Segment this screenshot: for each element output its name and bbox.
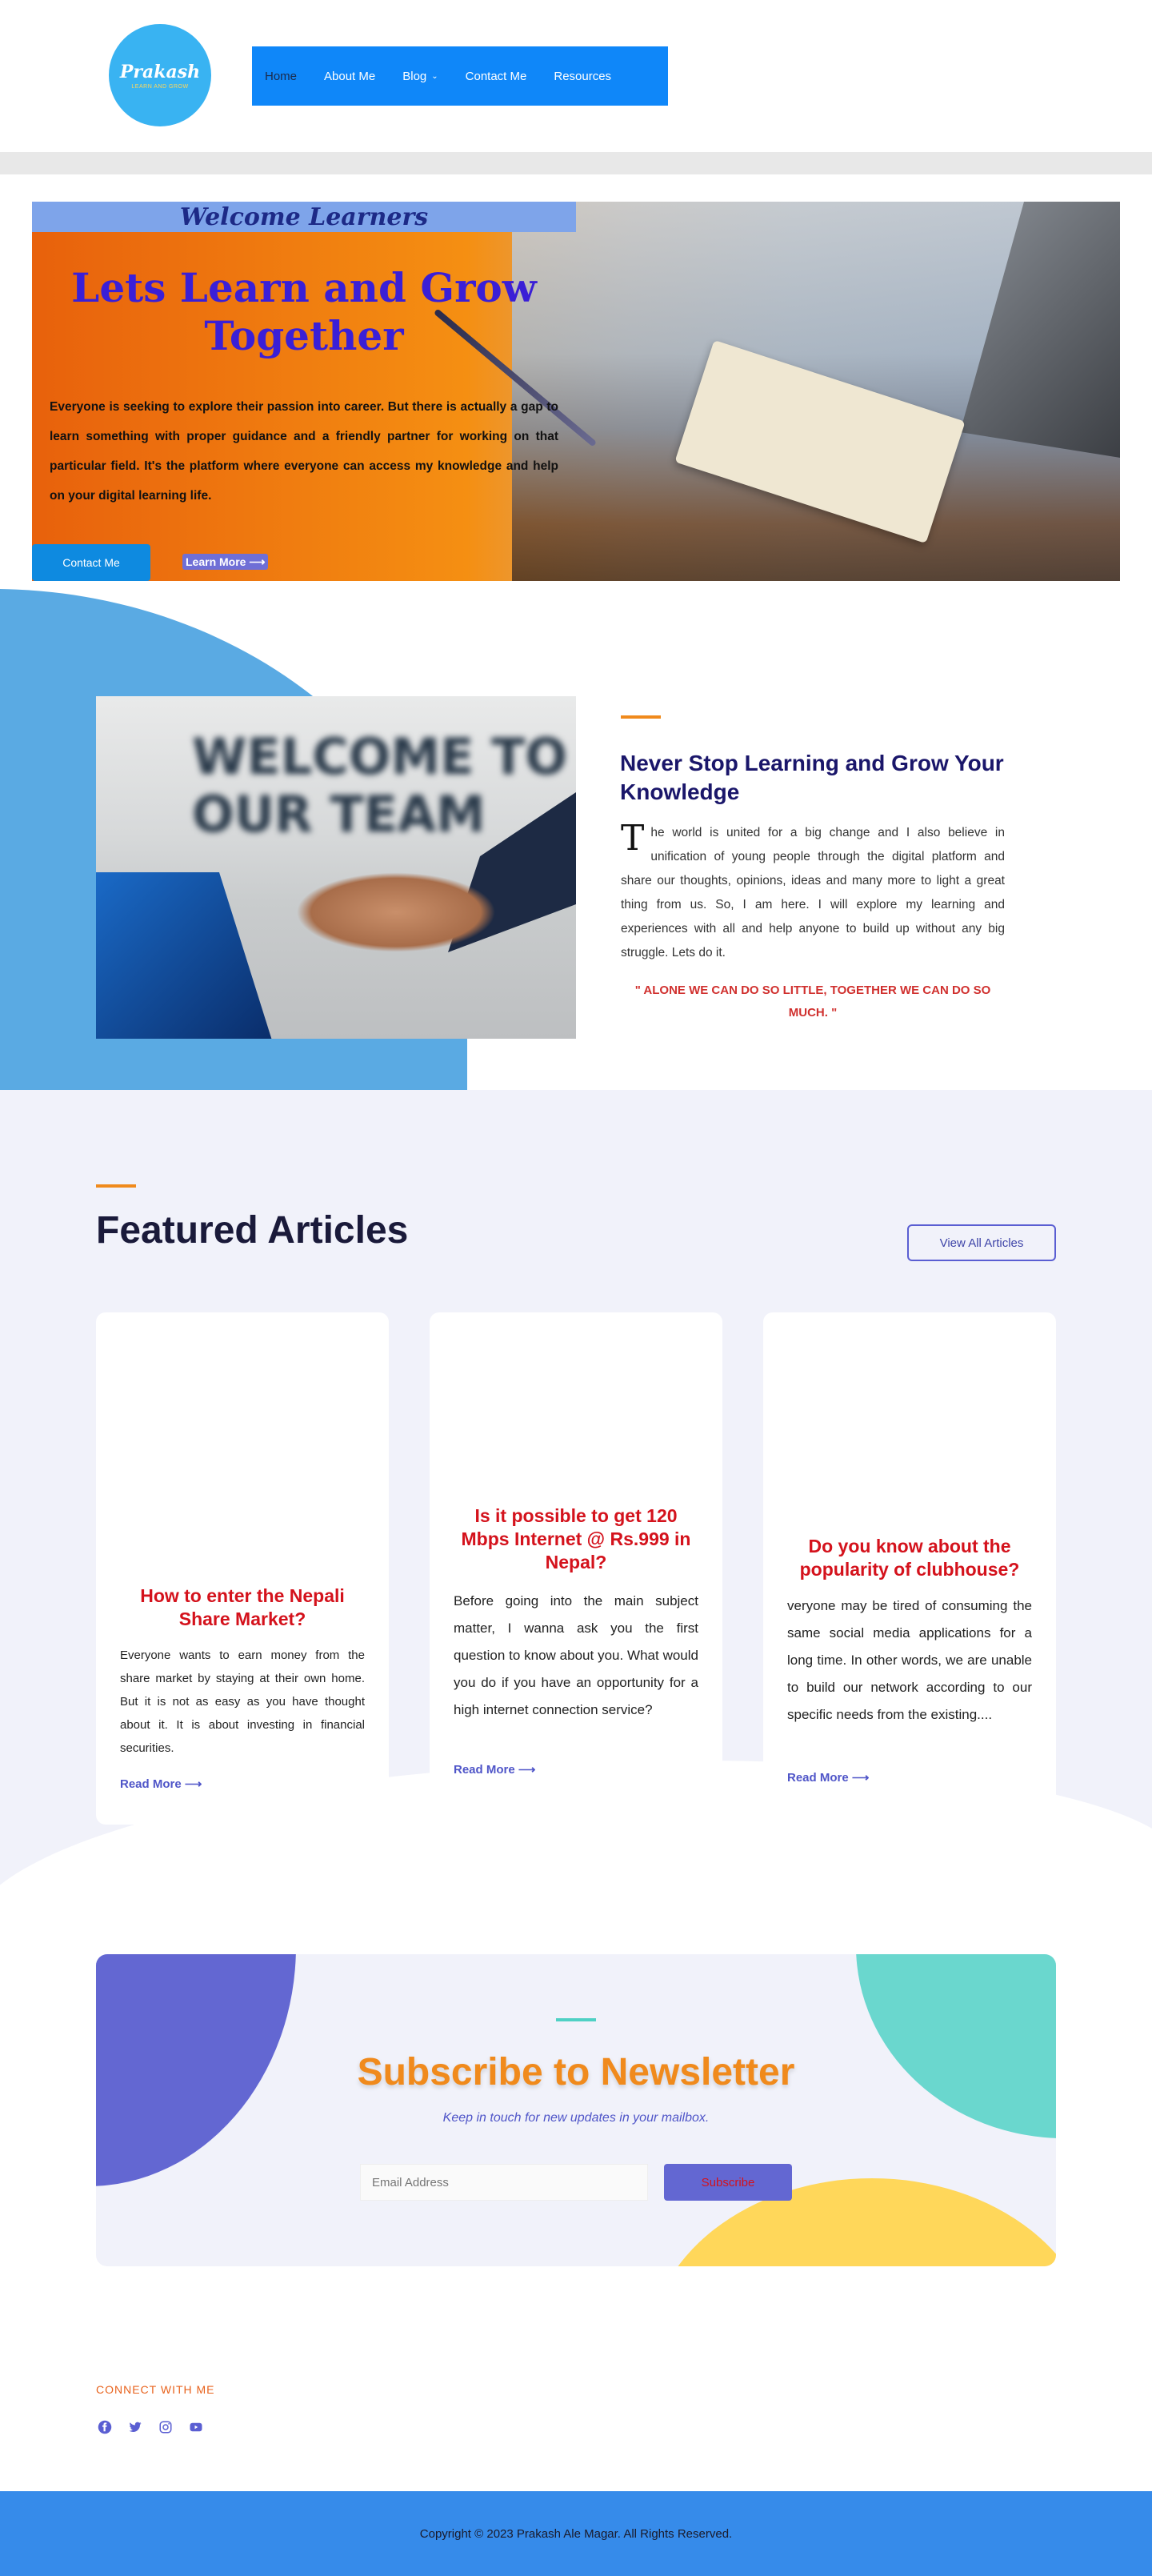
about-image: WELCOME TO OUR TEAM	[96, 696, 576, 1039]
chevron-down-icon: ⌄	[431, 71, 438, 81]
featured-title: Featured Articles	[96, 1209, 409, 1252]
about-image-laptop	[96, 872, 272, 1039]
page: Prakash LEARN AND GROW Home About Me Blo…	[0, 0, 1152, 2576]
featured-accent-line	[96, 1184, 136, 1188]
site-logo[interactable]: Prakash LEARN AND GROW	[109, 24, 211, 126]
about-body: T he world is united for a big change an…	[621, 821, 1005, 965]
site-header: Prakash LEARN AND GROW Home About Me Blo…	[0, 0, 1152, 152]
youtube-icon[interactable]	[187, 2418, 205, 2436]
nav-item-blog[interactable]: Blog ⌄	[402, 70, 438, 83]
about-image-text: WELCOME TO OUR TEAM	[192, 727, 568, 843]
newsletter-title: Subscribe to Newsletter	[357, 2051, 795, 2093]
newsletter-subtitle: Keep in touch for new updates in your ma…	[442, 2111, 710, 2125]
read-more-link[interactable]: Read More ⟶	[454, 1762, 535, 1777]
nav-item-home[interactable]: Home	[265, 70, 297, 83]
nav-item-about-me[interactable]: About Me	[324, 70, 375, 83]
main-nav: Home About Me Blog ⌄ Contact Me Resource…	[252, 46, 668, 106]
article-card[interactable]: Is it possible to get 120 Mbps Internet …	[430, 1312, 722, 1825]
read-more-link[interactable]: Read More ⟶	[787, 1770, 869, 1785]
about-accent-line	[621, 715, 661, 719]
article-excerpt: Before going into the main subject matte…	[454, 1593, 698, 1717]
about-image-handshake	[296, 872, 496, 952]
copyright-text: Copyright © 2023 Prakash Ale Magar. All …	[419, 2526, 733, 2541]
about-dropcap: T	[621, 818, 645, 859]
hero-title: Lets Learn and Grow Together	[71, 264, 537, 359]
about-body-text: he world is united for a big change and …	[621, 826, 1005, 959]
newsletter-section: Subscribe to Newsletter Keep in touch fo…	[96, 1954, 1056, 2266]
subscribe-button[interactable]: Subscribe	[664, 2164, 792, 2201]
welcome-strip-text: Welcome Learners	[179, 202, 429, 231]
article-card[interactable]: Do you know about the popularity of club…	[763, 1312, 1056, 1825]
contact-me-button[interactable]: Contact Me	[32, 544, 150, 581]
site-footer: Copyright © 2023 Prakash Ale Magar. All …	[0, 2491, 1152, 2576]
about-quote: " ALONE WE CAN DO SO LITTLE, TOGETHER WE…	[634, 984, 991, 1020]
email-field[interactable]	[360, 2164, 648, 2201]
twitter-icon[interactable]	[126, 2418, 144, 2436]
logo-text: Prakash	[119, 61, 201, 82]
article-card[interactable]: How to enter the Nepali Share Market? Ev…	[96, 1312, 389, 1825]
article-title[interactable]: Do you know about the popularity of club…	[787, 1535, 1032, 1581]
learn-more-link[interactable]: Learn More ⟶	[182, 554, 269, 570]
welcome-strip: Welcome Learners	[32, 202, 576, 232]
newsletter-accent-line	[556, 2018, 596, 2021]
article-title[interactable]: Is it possible to get 120 Mbps Internet …	[454, 1504, 698, 1574]
read-more-link[interactable]: Read More ⟶	[120, 1777, 202, 1791]
hero-paragraph: Everyone is seeking to explore their pas…	[50, 400, 558, 503]
social-links	[96, 2418, 218, 2436]
logo-subtitle: LEARN AND GROW	[131, 83, 189, 90]
nav-item-blog-label: Blog	[402, 69, 427, 83]
facebook-icon[interactable]	[96, 2418, 114, 2436]
instagram-icon[interactable]	[157, 2418, 174, 2436]
nav-item-contact-me[interactable]: Contact Me	[466, 70, 527, 83]
nav-item-resources[interactable]: Resources	[554, 70, 611, 83]
article-title[interactable]: How to enter the Nepali Share Market?	[120, 1584, 365, 1631]
hero-section: Welcome Learners Lets Learn and Grow Tog…	[32, 202, 1120, 581]
article-excerpt: veryone may be tired of consuming the sa…	[787, 1598, 1032, 1722]
header-divider	[0, 152, 1152, 174]
view-all-articles-button[interactable]: View All Articles	[907, 1224, 1056, 1261]
about-title: Never Stop Learning and Grow Your Knowle…	[620, 751, 1004, 804]
connect-label: CONNECT WITH ME	[96, 2383, 215, 2396]
article-excerpt: Everyone wants to earn money from the sh…	[120, 1649, 365, 1755]
